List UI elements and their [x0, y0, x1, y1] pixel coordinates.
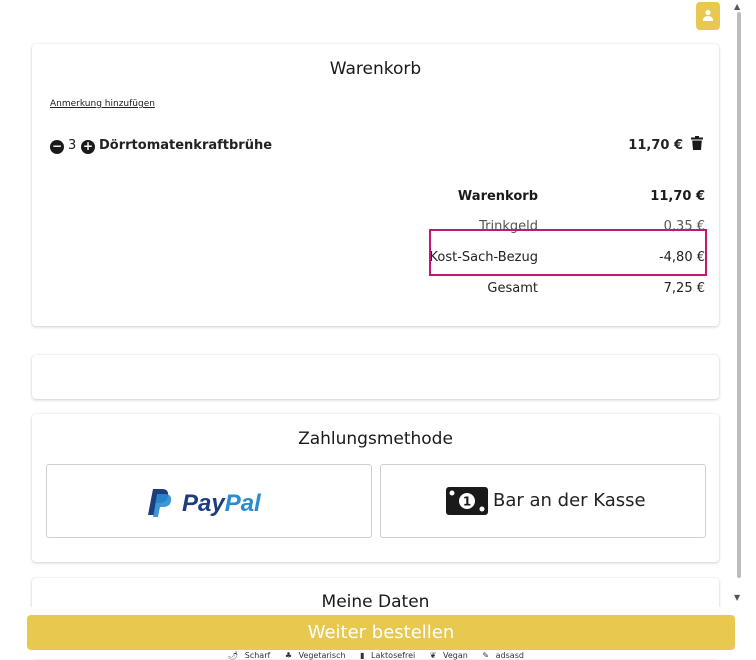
- cart-title: Warenkorb: [329, 59, 422, 79]
- increase-quantity-button[interactable]: +: [81, 140, 95, 154]
- scroll-up-arrow[interactable]: ▲: [734, 2, 740, 11]
- add-note-link[interactable]: Anmerkung hinzufügen: [50, 99, 155, 109]
- paypal-logo-icon: [148, 489, 172, 517]
- item-name: Dörrtomatenkraftbrühe: [99, 138, 273, 153]
- payment-card: Zahlungsmethode PayPal 1 Bar an der Kass…: [32, 414, 719, 562]
- summary-cart-value: 11,70 €: [650, 189, 705, 204]
- user-icon: [703, 9, 713, 21]
- paypal-button[interactable]: PayPal: [46, 464, 372, 538]
- continue-order-button[interactable]: Weiter bestellen: [27, 615, 735, 650]
- empty-card: [32, 355, 719, 399]
- cash-label: Bar an der Kasse: [493, 490, 646, 511]
- user-account-button[interactable]: [696, 2, 720, 30]
- cash-icon: 1: [446, 487, 488, 515]
- item-quantity: 3: [68, 138, 77, 153]
- summary-total-value: 7,25 €: [663, 281, 705, 296]
- cart-item-row: − 3 + Dörrtomatenkraftbrühe 11,70 €: [50, 136, 705, 158]
- summary-total-label: Gesamt: [487, 281, 538, 296]
- item-price: 11,70 €: [628, 138, 683, 153]
- payment-title: Zahlungsmethode: [298, 429, 453, 449]
- scrollbar-thumb[interactable]: [737, 12, 741, 578]
- highlight-box: [429, 229, 707, 276]
- svg-text:1: 1: [463, 495, 471, 509]
- cash-payment-button[interactable]: 1 Bar an der Kasse: [380, 464, 706, 538]
- trash-icon[interactable]: [691, 136, 703, 150]
- decrease-quantity-button[interactable]: −: [50, 140, 64, 154]
- scroll-down-arrow[interactable]: ▼: [734, 593, 740, 602]
- paypal-wordmark: PayPal: [182, 490, 261, 517]
- summary-cart-label: Warenkorb: [457, 189, 538, 204]
- cart-card: Warenkorb Anmerkung hinzufügen − 3 + Dör…: [32, 44, 719, 326]
